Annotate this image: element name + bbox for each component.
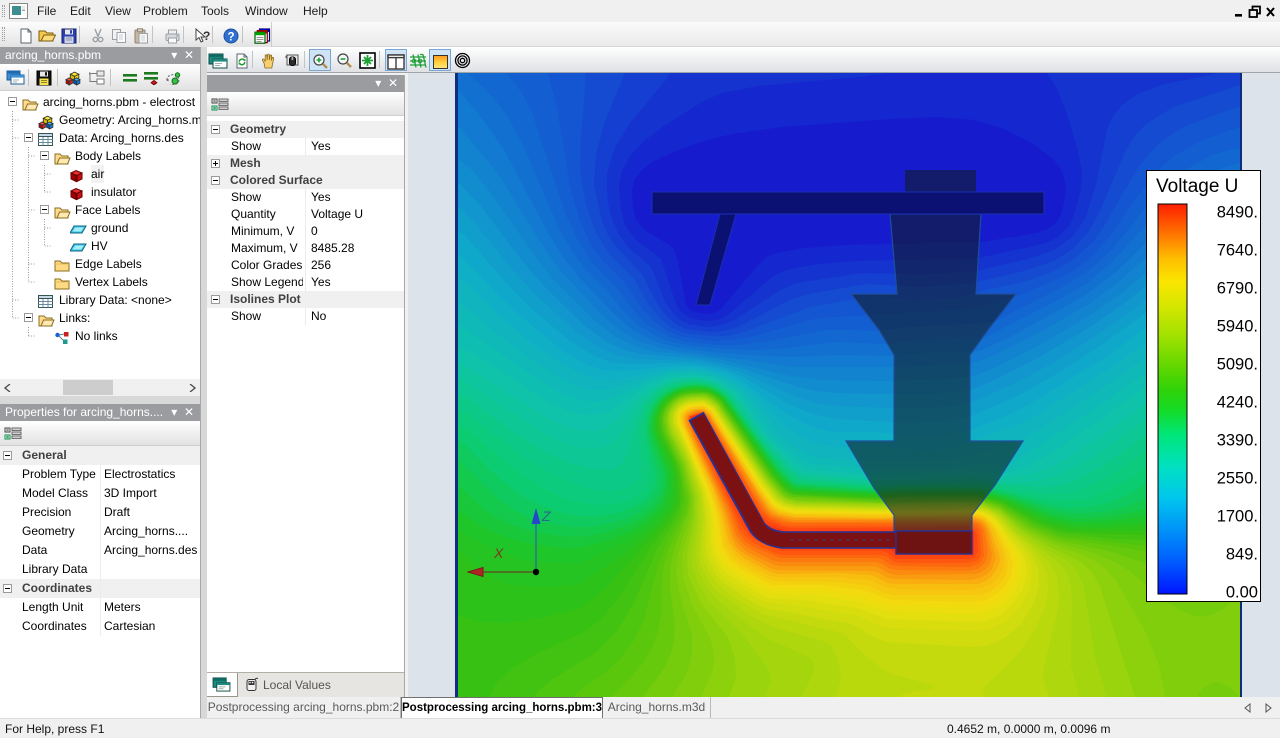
svg-text:8490.: 8490. — [1217, 204, 1258, 222]
svg-text:7640.: 7640. — [1217, 242, 1258, 260]
svg-text:5940.: 5940. — [1217, 318, 1258, 336]
svg-text:Z: Z — [541, 508, 551, 524]
svg-text:?: ? — [227, 31, 234, 43]
svg-text:Voltage U: Voltage U — [1156, 176, 1238, 197]
svg-text:1700.: 1700. — [1217, 508, 1258, 526]
svg-text:5090.: 5090. — [1217, 356, 1258, 374]
svg-text:849.: 849. — [1226, 546, 1258, 564]
svg-text:X: X — [493, 545, 504, 561]
svg-text:0.00: 0.00 — [1226, 584, 1258, 602]
svg-text:2550.: 2550. — [1217, 470, 1258, 488]
svg-text:3390.: 3390. — [1217, 432, 1258, 450]
svg-text:4240.: 4240. — [1217, 394, 1258, 412]
svg-text:6790.: 6790. — [1217, 280, 1258, 298]
svg-text:?: ? — [203, 29, 210, 43]
